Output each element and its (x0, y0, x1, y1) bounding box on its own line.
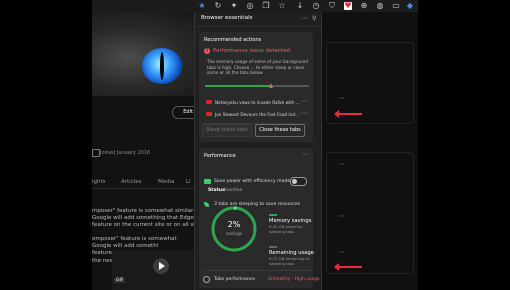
annotation-arrow (334, 110, 362, 118)
savings-ring-chart (211, 206, 257, 252)
more-icon[interactable]: ⋯ (338, 160, 345, 168)
tab-media[interactable]: Media (158, 179, 175, 185)
star-icon[interactable]: ★ (198, 2, 206, 10)
refresh-icon[interactable]: ↻ (214, 2, 222, 10)
settings-icon[interactable]: ◆ (406, 2, 414, 10)
youtube-icon (206, 100, 212, 104)
close-tabs-button[interactable]: Close these tabs (255, 124, 305, 137)
health-icon[interactable]: ♥ (344, 2, 352, 10)
more-icon[interactable]: ⋯ (338, 212, 345, 220)
savings-label: savings (226, 231, 242, 236)
cat-eye-icon (142, 48, 182, 84)
list-item[interactable]: Jon Stewart Devours the Fast Food Ind...… (203, 110, 309, 120)
memory-savings-description: 0.05 GB saved by sleeping tabs (269, 224, 303, 234)
play-icon[interactable] (153, 258, 169, 274)
tab-icon[interactable]: ▭ (392, 2, 400, 10)
more-icon[interactable]: ⋯ (338, 248, 345, 256)
status-label: Status (208, 188, 225, 193)
tab-item-label: Netanyahu vows to invade Rafah with ... (215, 100, 300, 105)
alert-icon: ! (204, 48, 210, 54)
tabs-performance-label: Tabs performance (214, 277, 256, 282)
youtube-icon (206, 112, 212, 116)
memory-usage-fill (205, 85, 272, 87)
savings-ring: 2% savings (209, 204, 259, 254)
performance-heading: Performance (204, 153, 236, 159)
more-icon[interactable]: ⋯ (302, 151, 308, 158)
gauge-icon (203, 276, 210, 283)
savings-ring-track (211, 206, 257, 252)
history-icon[interactable]: ◷ (312, 2, 320, 10)
tab-likes[interactable]: Li (186, 179, 191, 185)
copilot-icon[interactable]: ◎ (246, 2, 254, 10)
gif-badge: GIF (114, 278, 126, 283)
browser-essentials-icon[interactable]: ⊕ (360, 2, 368, 10)
pin-icon[interactable]: ⚲ (312, 15, 316, 22)
performance-issue-title: Performance issue detected (213, 48, 290, 54)
calendar-icon (92, 149, 100, 157)
annotation-arrow (334, 263, 362, 271)
list-item[interactable]: Netanyahu vows to invade Rafah with ... … (203, 98, 309, 108)
memory-usage-marker (269, 83, 274, 88)
shield-icon[interactable]: ⛉ (328, 2, 336, 10)
more-icon[interactable]: ⋯ (301, 15, 307, 22)
left-blackout (0, 0, 92, 290)
tabs-performance-status: Unhealthy - High usage (268, 277, 320, 282)
more-icon[interactable]: ⋯ (301, 110, 307, 117)
collections-icon[interactable]: ❒ (262, 2, 270, 10)
remaining-usage-description: 0.72 GB remaining in sleeping tabs (269, 256, 310, 266)
memory-usage-bar (205, 83, 309, 88)
memory-savings-swatch (269, 214, 277, 216)
panel-title: Browser essentials (201, 15, 253, 21)
recommended-heading: Recommended actions (204, 37, 262, 43)
battery-icon (204, 179, 211, 184)
extensions-icon[interactable]: ✦ (230, 2, 238, 10)
joined-date: Joined January 2016 (100, 150, 151, 156)
tab-item-label: Jon Stewart Devours the Fast Food Ind... (215, 112, 299, 117)
panel-header: Browser essentials ⋯ ⚲ (195, 12, 321, 27)
downloads-icon[interactable]: ↓ (296, 2, 304, 10)
more-icon[interactable]: ⋯ (338, 94, 345, 102)
right-blackout (418, 0, 510, 290)
tab-articles[interactable]: Articles (121, 179, 142, 185)
status-value: Inactive (224, 188, 243, 193)
more-icon[interactable]: ⋯ (301, 98, 307, 105)
performance-issue-description: The memory usage of some of your backgro… (207, 59, 308, 75)
favorites-icon[interactable]: ☆ (278, 2, 286, 10)
profile-icon[interactable]: ◍ (376, 2, 384, 10)
sleep-tabs-button[interactable]: Sleep these tabs (202, 124, 252, 137)
efficiency-toggle[interactable] (290, 177, 307, 186)
savings-percent: 2% (227, 220, 241, 229)
right-feed (320, 12, 418, 290)
remaining-usage-swatch (269, 246, 277, 248)
efficiency-mode-label: Save power with efficiency mode (214, 179, 291, 184)
browser-essentials-panel: Browser essentials ⋯ ⚲ Recommended actio… (194, 12, 322, 290)
tab-highlights[interactable]: ights (92, 179, 106, 185)
